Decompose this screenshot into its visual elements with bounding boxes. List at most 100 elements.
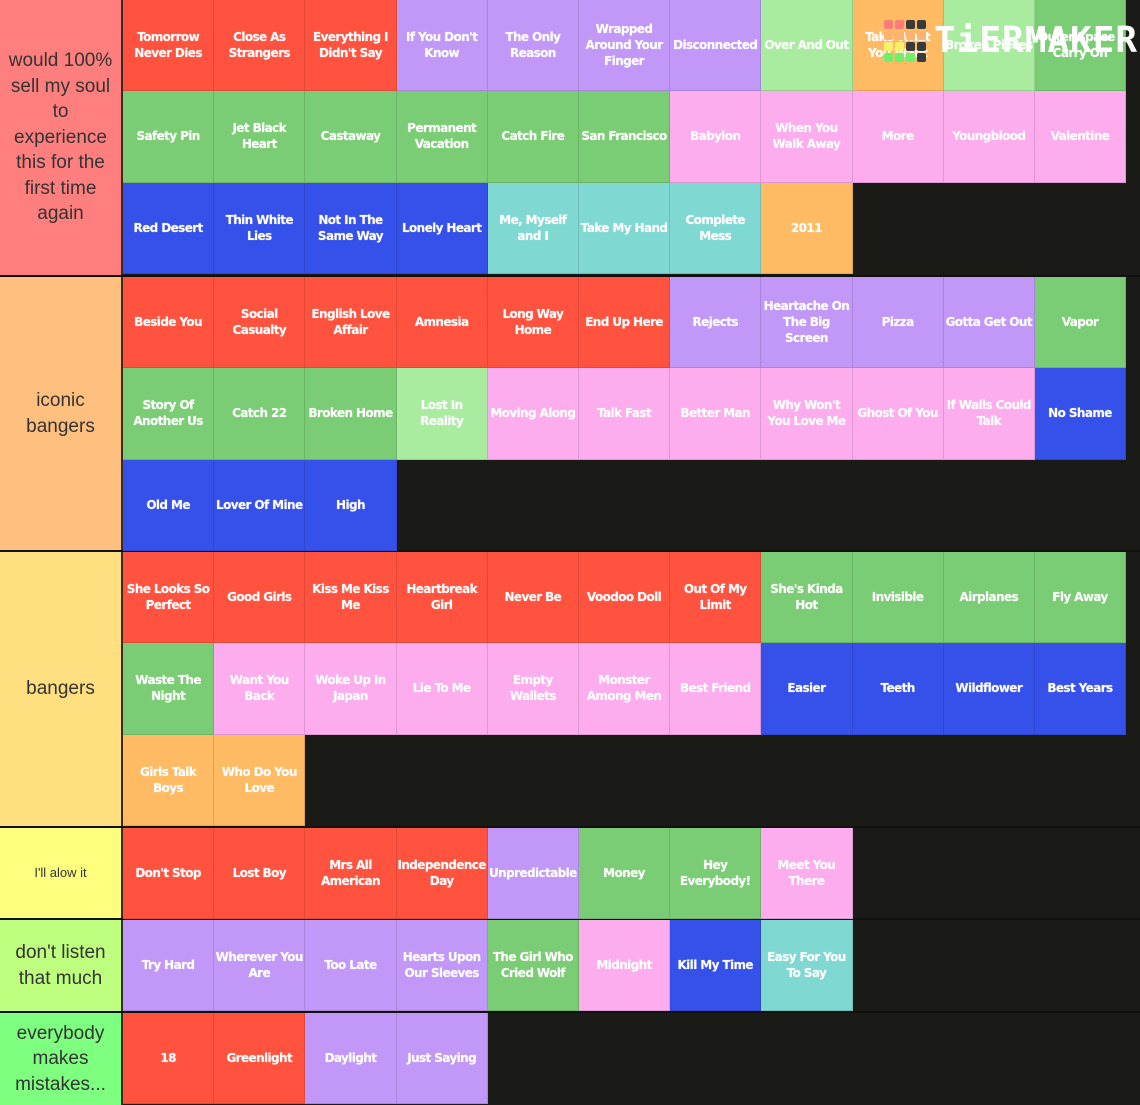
tier-item[interactable]: Independence Day: [396, 828, 488, 920]
tier-label[interactable]: everybody makes mistakes...: [0, 1013, 123, 1105]
tier-item[interactable]: Tomorrow Never Dies: [123, 0, 215, 92]
tier-item[interactable]: Hearts Upon Our Sleeves: [396, 920, 488, 1012]
tier-item[interactable]: Airplanes: [943, 552, 1035, 644]
tier-item[interactable]: 18: [123, 1013, 215, 1105]
tier-item[interactable]: Invisible: [852, 552, 944, 644]
tier-item[interactable]: Castaway: [305, 91, 397, 183]
tier-label[interactable]: don't listen that much: [0, 920, 123, 1011]
tier-item[interactable]: Just Saying: [396, 1013, 488, 1105]
tier-item[interactable]: The Girl Who Cried Wolf: [487, 920, 579, 1012]
tier-item[interactable]: Safety Pin: [123, 91, 215, 183]
tier-item[interactable]: Money: [578, 828, 671, 920]
tier-item[interactable]: Better Man: [670, 368, 762, 460]
tier-item[interactable]: The Only Reason: [487, 0, 579, 92]
tier-item[interactable]: Easy For You To Say: [761, 920, 853, 1012]
tier-item[interactable]: Teeth: [852, 643, 944, 735]
tier-item[interactable]: Amnesia: [396, 277, 488, 369]
tier-item[interactable]: When You Walk Away: [761, 91, 853, 183]
tier-label[interactable]: I'll alow it: [0, 828, 123, 918]
tier-item[interactable]: Catch Fire: [487, 91, 579, 183]
tier-item[interactable]: Over And Out: [761, 0, 853, 92]
tier-item[interactable]: High: [305, 459, 397, 551]
tier-item[interactable]: Never Be: [487, 552, 579, 644]
tier-item[interactable]: More: [852, 91, 944, 183]
tier-item[interactable]: Lover Of Mine: [214, 459, 306, 551]
tier-item[interactable]: Lost Boy: [214, 828, 306, 920]
tier-label[interactable]: iconic bangers: [0, 277, 123, 550]
tier-item[interactable]: Beside You: [123, 277, 215, 369]
tier-item[interactable]: Disconnected: [670, 0, 762, 92]
tier-item[interactable]: Ghost Of You: [852, 368, 944, 460]
tier-item[interactable]: Long Way Home: [487, 277, 579, 369]
tier-item[interactable]: Old Me: [123, 459, 215, 551]
tier-item[interactable]: Youngblood: [943, 91, 1035, 183]
tier-item[interactable]: Rejects: [670, 277, 762, 369]
tier-item[interactable]: Unpredictable: [487, 828, 579, 920]
tier-item[interactable]: Thin White Lies: [214, 182, 306, 274]
tier-item[interactable]: She's Kinda Hot: [761, 552, 853, 644]
tier-item[interactable]: Voodoo Doll: [578, 552, 671, 644]
tier-item[interactable]: Meet You There: [761, 828, 853, 920]
tier-item[interactable]: Monster Among Men: [578, 643, 671, 735]
tier-item[interactable]: Vapor: [1034, 277, 1127, 369]
tier-label[interactable]: bangers: [0, 552, 123, 826]
tier-item[interactable]: Try Hard: [123, 920, 215, 1012]
tier-item[interactable]: Heartache On The Big Screen: [761, 277, 853, 369]
tier-item[interactable]: Want You Back: [214, 643, 306, 735]
tier-item[interactable]: Greenlight: [214, 1013, 306, 1105]
tier-item[interactable]: 2011: [761, 182, 853, 274]
tier-item[interactable]: Best Years: [1034, 643, 1127, 735]
tier-item[interactable]: Best Friend: [670, 643, 762, 735]
tier-item[interactable]: Talk Fast: [578, 368, 671, 460]
tier-item[interactable]: Social Casualty: [214, 277, 306, 369]
tier-item[interactable]: Wrapped Around Your Finger: [578, 0, 671, 92]
tier-item[interactable]: Daylight: [305, 1013, 397, 1105]
tier-item[interactable]: Easier: [761, 643, 853, 735]
tier-item[interactable]: Lost In Reality: [396, 368, 488, 460]
tier-item[interactable]: Wherever You Are: [214, 920, 306, 1012]
tier-item[interactable]: Valentine: [1034, 91, 1127, 183]
tier-item[interactable]: Woke Up In Japan: [305, 643, 397, 735]
tier-item[interactable]: Everything I Didn't Say: [305, 0, 397, 92]
tier-item[interactable]: Out Of My Limit: [670, 552, 762, 644]
tier-item[interactable]: Lie To Me: [396, 643, 488, 735]
tier-item[interactable]: Who Do You Love: [214, 734, 306, 826]
tier-item[interactable]: Complete Mess: [670, 182, 762, 274]
tier-item[interactable]: If Walls Could Talk: [943, 368, 1035, 460]
tier-item[interactable]: She Looks So Perfect: [123, 552, 215, 644]
tier-item[interactable]: English Love Affair: [305, 277, 397, 369]
tier-item[interactable]: Moving Along: [487, 368, 579, 460]
tier-item[interactable]: San Francisco: [578, 91, 671, 183]
tier-item[interactable]: Kill My Time: [670, 920, 762, 1012]
tier-item[interactable]: Me, Myself and I: [487, 182, 579, 274]
tier-item[interactable]: Hey Everybody!: [670, 828, 762, 920]
tier-item[interactable]: Good Girls: [214, 552, 306, 644]
tier-item[interactable]: Empty Wallets: [487, 643, 579, 735]
tier-item[interactable]: Not In The Same Way: [305, 182, 397, 274]
tier-item[interactable]: Girls Talk Boys: [123, 734, 215, 826]
tier-item[interactable]: Close As Strangers: [214, 0, 306, 92]
tier-item[interactable]: Too Late: [305, 920, 397, 1012]
tier-item[interactable]: Wildflower: [943, 643, 1035, 735]
tier-item[interactable]: Don't Stop: [123, 828, 215, 920]
tier-item[interactable]: Midnight: [578, 920, 671, 1012]
tier-item[interactable]: No Shame: [1034, 368, 1127, 460]
tier-item[interactable]: Waste The Night: [123, 643, 215, 735]
tier-item[interactable]: Broken Home: [305, 368, 397, 460]
tier-label[interactable]: would 100% sell my soul to experience th…: [0, 0, 123, 275]
tier-item[interactable]: Gotta Get Out: [943, 277, 1035, 369]
tier-item[interactable]: If You Don't Know: [396, 0, 488, 92]
tier-item[interactable]: Lonely Heart: [396, 182, 488, 274]
tier-item[interactable]: Fly Away: [1034, 552, 1127, 644]
tier-item[interactable]: End Up Here: [578, 277, 671, 369]
tier-item[interactable]: Babylon: [670, 91, 762, 183]
tier-item[interactable]: Why Won't You Love Me: [761, 368, 853, 460]
tier-item[interactable]: Kiss Me Kiss Me: [305, 552, 397, 644]
tier-item[interactable]: Heartbreak Girl: [396, 552, 488, 644]
tier-item[interactable]: Catch 22: [214, 368, 306, 460]
tier-item[interactable]: Mrs All American: [305, 828, 397, 920]
tier-item[interactable]: Pizza: [852, 277, 944, 369]
tier-item[interactable]: Story Of Another Us: [123, 368, 215, 460]
tier-item[interactable]: Jet Black Heart: [214, 91, 306, 183]
tier-item[interactable]: Red Desert: [123, 182, 215, 274]
